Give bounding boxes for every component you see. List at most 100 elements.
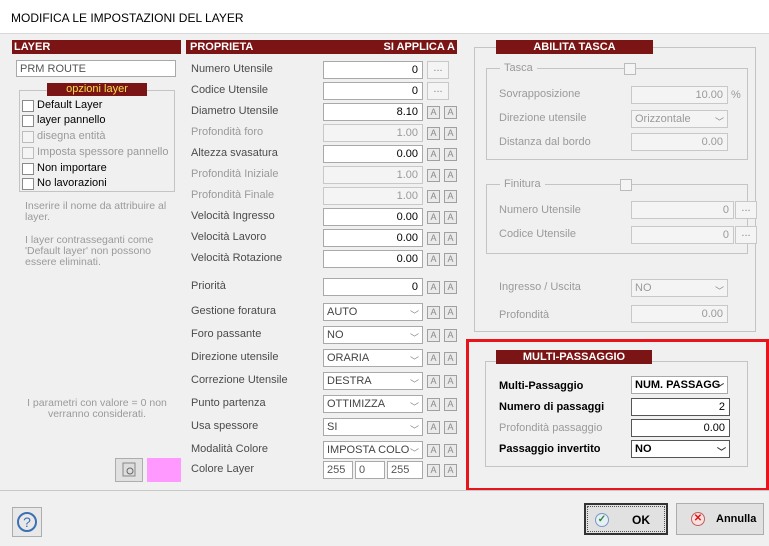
label-numero-utensile: Numero Utensile — [191, 63, 273, 75]
chevron-down-icon: ﹀ — [716, 447, 726, 457]
input-finitura-numero[interactable]: 0 — [631, 201, 734, 219]
select-usa-spessore[interactable]: SI ﹀ — [323, 418, 423, 436]
finitura-codice-browse-button[interactable]: ... — [735, 226, 757, 244]
profondita-foro-apply-a-icon[interactable]: A — [427, 127, 440, 140]
direzione-utensile-apply-b-icon[interactable]: A — [444, 352, 457, 365]
correzione-utensile-apply-a-icon[interactable]: A — [427, 375, 440, 388]
label-layer-pannello: layer pannello — [37, 114, 106, 126]
altezza-svasatura-apply-a-icon[interactable]: A — [427, 148, 440, 161]
velocita-ingresso-apply-b-icon[interactable]: A — [444, 211, 457, 224]
input-numero-passaggi[interactable]: 2 — [631, 398, 730, 416]
chevron-down-icon: ﹀ — [409, 448, 419, 458]
label-distanza: Distanza dal bordo — [499, 136, 591, 148]
modalita-colore-apply-b-icon[interactable]: A — [444, 444, 457, 457]
checkbox-default-layer[interactable] — [22, 100, 34, 112]
altezza-svasatura-apply-b-icon[interactable]: A — [444, 148, 457, 161]
select-gestione-foratura-value: AUTO — [327, 306, 358, 318]
velocita-lavoro-apply-b-icon[interactable]: A — [444, 232, 457, 245]
search-button[interactable] — [115, 458, 143, 482]
gestione-foratura-apply-b-icon[interactable]: A — [444, 306, 457, 319]
select-ingresso-uscita-value: NO — [635, 282, 652, 294]
punto-partenza-apply-a-icon[interactable]: A — [427, 398, 440, 411]
velocita-ingresso-apply-a-icon[interactable]: A — [427, 211, 440, 224]
input-color-g[interactable]: 0 — [355, 461, 385, 479]
profondita-finale-apply-b-icon[interactable]: A — [444, 190, 457, 203]
input-sovrapposizione[interactable]: 10.00 — [631, 86, 728, 104]
select-gestione-foratura[interactable]: AUTO ﹀ — [323, 303, 423, 321]
checkbox-finitura[interactable] — [620, 179, 632, 191]
velocita-rotazione-apply-b-icon[interactable]: A — [444, 253, 457, 266]
select-direzione-tasca[interactable]: Orizzontale ﹀ — [631, 110, 728, 128]
label-profondita-passaggio: Profondità passaggio — [499, 422, 603, 434]
finitura-numero-browse-button[interactable]: ... — [735, 201, 757, 219]
profondita-foro-apply-b-icon[interactable]: A — [444, 127, 457, 140]
chevron-down-icon: ﹀ — [409, 356, 419, 366]
select-correzione-utensile[interactable]: DESTRA ﹀ — [323, 372, 423, 390]
correzione-utensile-apply-b-icon[interactable]: A — [444, 375, 457, 388]
input-altezza-svasatura[interactable]: 0.00 — [323, 145, 423, 163]
select-multi-passaggio[interactable]: NUM. PASSAGG ﹀ — [631, 376, 728, 394]
colore-layer-apply-a-icon[interactable]: A — [427, 464, 440, 477]
profondita-iniziale-apply-a-icon[interactable]: A — [427, 169, 440, 182]
input-numero-utensile[interactable]: 0 — [323, 61, 423, 79]
gestione-foratura-apply-a-icon[interactable]: A — [427, 306, 440, 319]
select-punto-partenza[interactable]: OTTIMIZZA ﹀ — [323, 395, 423, 413]
ok-button[interactable]: ✓ OK — [584, 503, 668, 535]
colore-layer-apply-b-icon[interactable]: A — [444, 464, 457, 477]
direzione-utensile-apply-a-icon[interactable]: A — [427, 352, 440, 365]
cancel-icon: ✕ — [691, 512, 705, 526]
layer-options-title: opzioni layer — [47, 83, 147, 96]
punto-partenza-apply-b-icon[interactable]: A — [444, 398, 457, 411]
profondita-iniziale-apply-b-icon[interactable]: A — [444, 169, 457, 182]
label-numero-passaggi: Numero di passaggi — [499, 401, 605, 413]
velocita-rotazione-apply-a-icon[interactable]: A — [427, 253, 440, 266]
input-priorita[interactable]: 0 — [323, 278, 423, 296]
priorita-apply-b-icon[interactable]: A — [444, 281, 457, 294]
numero-utensile-browse-button[interactable]: ... — [427, 61, 449, 79]
color-swatch[interactable] — [147, 458, 181, 482]
codice-utensile-browse-button[interactable]: ... — [427, 82, 449, 100]
help-button[interactable]: ? — [12, 507, 42, 537]
multi-passaggio-header: MULTI-PASSAGGIO — [496, 350, 652, 364]
input-distanza[interactable]: 0.00 — [631, 133, 728, 151]
input-velocita-ingresso[interactable]: 0.00 — [323, 208, 423, 226]
diametro-utensile-apply-a-icon[interactable]: A — [427, 106, 440, 119]
checkbox-tasca[interactable] — [624, 63, 636, 75]
usa-spessore-apply-a-icon[interactable]: A — [427, 421, 440, 434]
priorita-apply-a-icon[interactable]: A — [427, 281, 440, 294]
select-foro-passante[interactable]: NO ﹀ — [323, 326, 423, 344]
checkbox-no-lavorazioni[interactable] — [22, 178, 34, 190]
foro-passante-apply-a-icon[interactable]: A — [427, 329, 440, 342]
input-profondita-passaggio[interactable]: 0.00 — [631, 419, 730, 437]
select-direzione-utensile[interactable]: ORARIA ﹀ — [323, 349, 423, 367]
foro-passante-apply-b-icon[interactable]: A — [444, 329, 457, 342]
checkbox-imposta-spessore — [22, 147, 34, 159]
diametro-utensile-apply-b-icon[interactable]: A — [444, 106, 457, 119]
tasca-group-title: Tasca — [500, 62, 537, 74]
input-color-b[interactable]: 255 — [387, 461, 423, 479]
select-ingresso-uscita[interactable]: NO ﹀ — [631, 279, 728, 297]
input-finitura-profondita[interactable]: 0.00 — [631, 305, 728, 323]
checkbox-non-importare[interactable] — [22, 163, 34, 175]
chevron-down-icon: ﹀ — [714, 117, 724, 127]
input-velocita-lavoro[interactable]: 0.00 — [323, 229, 423, 247]
select-usa-spessore-value: SI — [327, 421, 338, 433]
chevron-down-icon: ﹀ — [409, 310, 419, 320]
chevron-down-icon: ﹀ — [409, 402, 419, 412]
input-finitura-codice[interactable]: 0 — [631, 226, 734, 244]
layer-name-input[interactable]: PRM ROUTE — [16, 60, 176, 77]
checkbox-layer-pannello[interactable] — [22, 115, 34, 127]
profondita-finale-apply-a-icon[interactable]: A — [427, 190, 440, 203]
input-color-r[interactable]: 255 — [323, 461, 353, 479]
apply-header: SI APPLICA A — [383, 41, 455, 53]
modalita-colore-apply-a-icon[interactable]: A — [427, 444, 440, 457]
select-passaggio-invertito[interactable]: NO ﹀ — [631, 440, 730, 458]
input-codice-utensile[interactable]: 0 — [323, 82, 423, 100]
select-modalita-colore[interactable]: IMPOSTA COLO ﹀ — [323, 441, 423, 459]
input-diametro-utensile[interactable]: 8.10 — [323, 103, 423, 121]
cancel-button[interactable]: ✕ Annulla — [676, 503, 764, 535]
input-velocita-rotazione[interactable]: 0.00 — [323, 250, 423, 268]
usa-spessore-apply-b-icon[interactable]: A — [444, 421, 457, 434]
velocita-lavoro-apply-a-icon[interactable]: A — [427, 232, 440, 245]
cancel-label: Annulla — [716, 513, 757, 525]
